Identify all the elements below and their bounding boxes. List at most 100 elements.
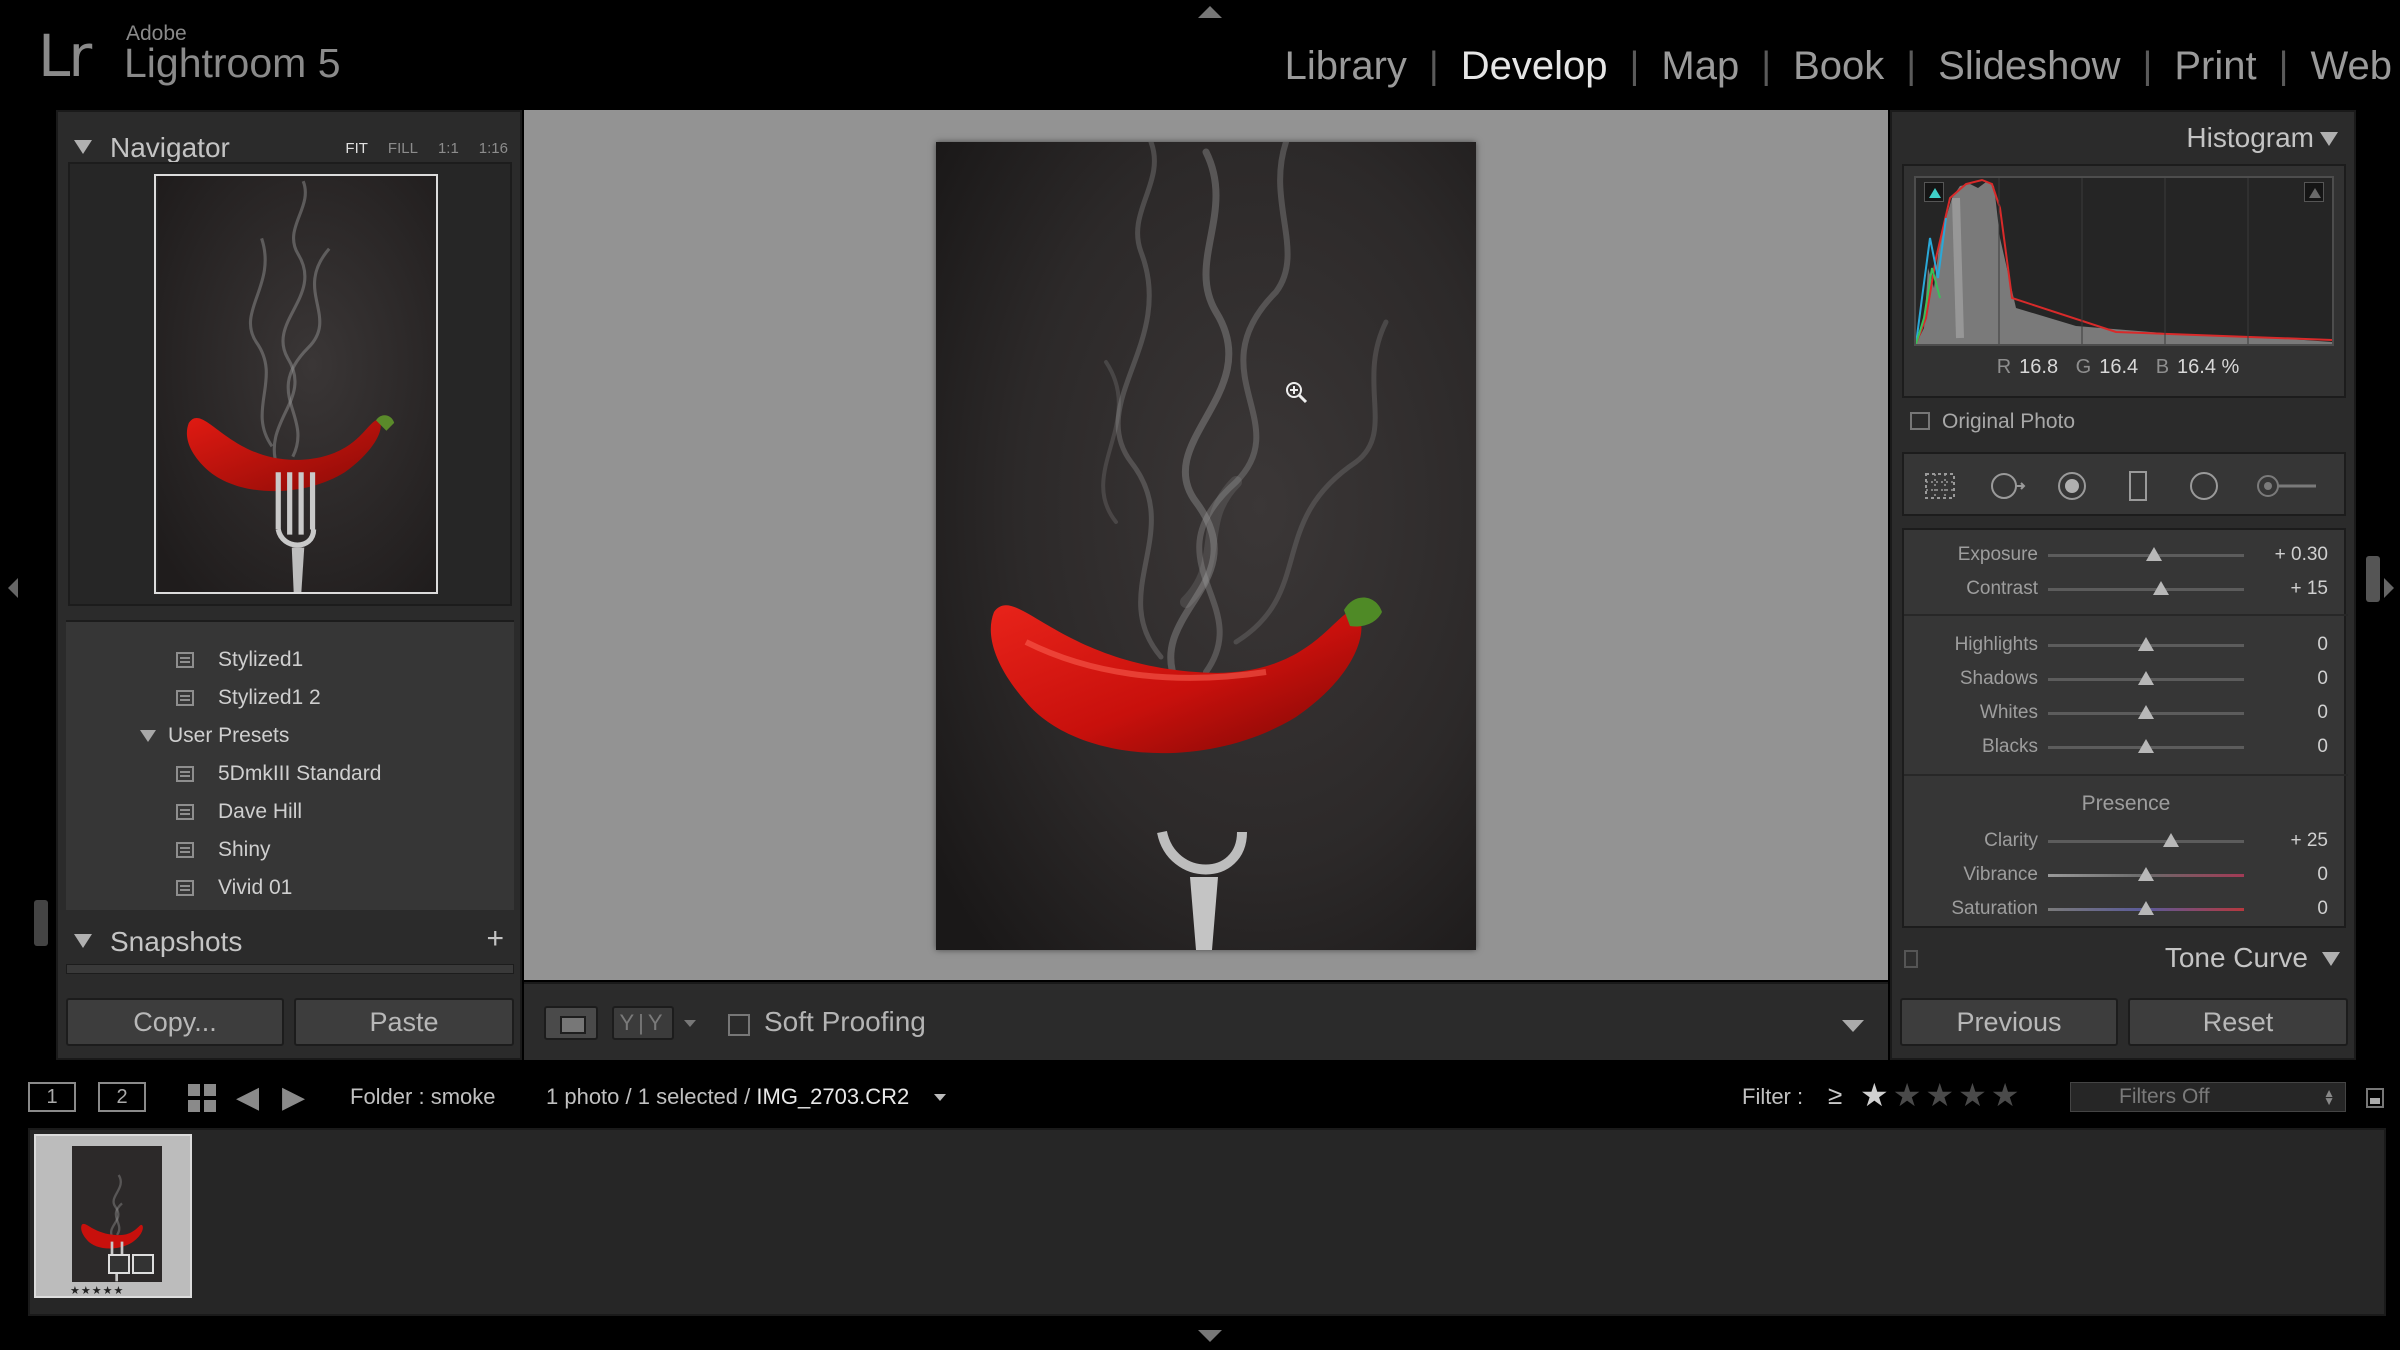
collapse-triangle-icon[interactable]	[74, 934, 92, 948]
slider-thumb[interactable]	[2145, 547, 2162, 561]
preset-shiny[interactable]: Shiny	[66, 830, 514, 868]
collapse-top-panel-icon[interactable]	[1198, 6, 1222, 18]
primary-display-button[interactable]: 1	[28, 1082, 76, 1112]
slider-value[interactable]: 0	[2317, 736, 2328, 758]
highlights-slider[interactable]: Highlights 0	[1904, 630, 2348, 660]
navigator-thumbnail[interactable]	[154, 174, 438, 594]
soft-proofing-checkbox[interactable]	[728, 1014, 750, 1036]
shadow-clipping-icon[interactable]	[1924, 182, 1944, 202]
saturation-slider[interactable]: Saturation 0	[1904, 894, 2348, 924]
star-icon[interactable]: ★	[1958, 1077, 1991, 1113]
preset-stylized1-2[interactable]: Stylized1 2	[66, 678, 514, 716]
navigator-preview[interactable]	[68, 162, 512, 606]
slider-value[interactable]: 0	[2317, 668, 2328, 690]
copy-settings-button[interactable]: Copy...	[66, 998, 284, 1046]
spot-removal-icon[interactable]	[1986, 466, 2026, 506]
loupe-view-button[interactable]	[544, 1006, 598, 1040]
slider-track[interactable]	[2048, 588, 2244, 591]
preset-5dmkiii-standard[interactable]: 5DmkIII Standard	[66, 754, 514, 792]
slider-thumb[interactable]	[2138, 671, 2154, 685]
filter-operator[interactable]: ≥	[1828, 1080, 1842, 1111]
right-panel-scrollbar[interactable]	[2366, 556, 2380, 602]
slider-thumb[interactable]	[2138, 867, 2154, 881]
slider-value[interactable]: 0	[2317, 702, 2328, 724]
module-library[interactable]: Library	[1285, 44, 1407, 89]
slider-track[interactable]	[2048, 840, 2244, 843]
module-develop[interactable]: Develop	[1461, 44, 1608, 89]
histogram-graph[interactable]	[1914, 176, 2334, 346]
vibrance-slider[interactable]: Vibrance 0	[1904, 860, 2348, 890]
toolbar-content-dropdown-icon[interactable]	[1842, 1020, 1864, 1032]
contrast-slider[interactable]: Contrast + 15	[1904, 574, 2348, 604]
slider-thumb[interactable]	[2162, 833, 2179, 847]
clarity-slider[interactable]: Clarity + 25	[1904, 826, 2348, 856]
filter-preset-select[interactable]: Filters Off ▲ ▼	[2070, 1082, 2346, 1112]
slider-thumb[interactable]	[2138, 705, 2154, 719]
slider-thumb[interactable]	[2138, 739, 2154, 753]
secondary-display-button[interactable]: 2	[98, 1082, 146, 1112]
snapshots-header[interactable]: Snapshots +	[72, 920, 508, 960]
zoom-fit[interactable]: FIT	[345, 140, 368, 157]
add-snapshot-icon[interactable]: +	[486, 922, 504, 956]
whites-slider[interactable]: Whites 0	[1904, 698, 2348, 728]
reset-button[interactable]: Reset	[2128, 998, 2348, 1046]
graduated-filter-icon[interactable]	[2118, 466, 2158, 506]
thumbnail-rating[interactable]: ★★★★★	[70, 1284, 124, 1297]
filmstrip-thumbnail[interactable]: ★★★★★	[34, 1134, 192, 1298]
selection-dropdown-icon[interactable]	[934, 1094, 946, 1101]
slider-thumb[interactable]	[2138, 637, 2154, 651]
left-panel-scrollbar[interactable]	[34, 900, 48, 946]
original-photo-row[interactable]: Original Photo	[1902, 402, 2346, 442]
original-photo-checkbox[interactable]	[1910, 412, 1930, 430]
shadows-slider[interactable]: Shadows 0	[1904, 664, 2348, 694]
previous-button[interactable]: Previous	[1900, 998, 2118, 1046]
module-slideshow[interactable]: Slideshow	[1938, 44, 2120, 89]
collapse-triangle-icon[interactable]	[2322, 952, 2340, 966]
zoom-1-1[interactable]: 1:1	[438, 140, 459, 157]
collapse-triangle-icon[interactable]	[2320, 132, 2338, 146]
highlight-clipping-icon[interactable]	[2304, 182, 2324, 202]
module-web[interactable]: Web	[2310, 44, 2392, 89]
adjustment-brush-icon[interactable]	[2250, 466, 2330, 506]
collapse-bottom-panel-icon[interactable]	[1198, 1330, 1222, 1342]
before-after-button[interactable]: Y|Y	[612, 1006, 674, 1040]
before-after-dropdown-icon[interactable]	[684, 1020, 696, 1027]
slider-value[interactable]: 0	[2317, 898, 2328, 920]
crop-overlay-icon[interactable]	[1920, 466, 1960, 506]
collapse-triangle-icon[interactable]	[74, 140, 92, 154]
folder-expand-triangle-icon[interactable]	[140, 730, 156, 742]
preset-folder-user-presets[interactable]: User Presets	[66, 716, 514, 754]
grid-view-icon[interactable]	[188, 1084, 216, 1112]
preset-stylized1[interactable]: Stylized1	[66, 640, 514, 678]
filter-star-rating[interactable]: ★★★★★	[1860, 1076, 2023, 1114]
tone-curve-header[interactable]: Tone Curve	[1902, 936, 2346, 976]
main-photo[interactable]	[936, 142, 1476, 950]
slider-thumb[interactable]	[2138, 901, 2154, 915]
collapse-left-panel-icon[interactable]	[8, 578, 18, 598]
exposure-slider[interactable]: Exposure + 0.30	[1904, 540, 2348, 570]
star-icon[interactable]: ★	[1925, 1077, 1958, 1113]
slider-value[interactable]: + 15	[2290, 578, 2328, 600]
navigator-header[interactable]: Navigator FIT FILL 1:1 1:16	[72, 126, 508, 166]
paste-settings-button[interactable]: Paste	[294, 998, 514, 1046]
preset-dave-hill[interactable]: Dave Hill	[66, 792, 514, 830]
star-icon[interactable]: ★	[1991, 1077, 2024, 1113]
slider-value[interactable]: 0	[2317, 634, 2328, 656]
blacks-slider[interactable]: Blacks 0	[1904, 732, 2348, 762]
star-icon[interactable]: ★	[1860, 1077, 1893, 1113]
image-canvas[interactable]	[524, 110, 1888, 980]
red-eye-icon[interactable]	[2052, 466, 2092, 506]
slider-value[interactable]: 0	[2317, 864, 2328, 886]
star-icon[interactable]: ★	[1893, 1077, 1926, 1113]
zoom-1-16[interactable]: 1:16	[479, 140, 508, 157]
filter-lock-icon[interactable]	[2366, 1088, 2384, 1108]
forward-arrow-icon[interactable]: ▶	[282, 1083, 305, 1113]
slider-value[interactable]: + 0.30	[2275, 544, 2328, 566]
selection-info[interactable]: 1 photo / 1 selected / IMG_2703.CR2	[546, 1084, 909, 1110]
slider-value[interactable]: + 25	[2290, 830, 2328, 852]
folder-source[interactable]: Folder : smoke	[350, 1084, 496, 1110]
tone-curve-toggle[interactable]	[1904, 950, 1918, 968]
module-map[interactable]: Map	[1661, 44, 1739, 89]
collapse-right-panel-icon[interactable]	[2384, 578, 2394, 598]
slider-thumb[interactable]	[2152, 581, 2169, 595]
